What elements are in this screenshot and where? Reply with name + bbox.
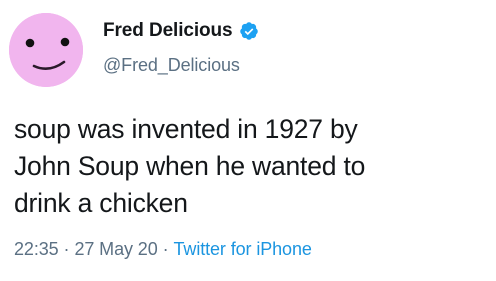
tweet-text-line: John Soup when he wanted to xyxy=(14,151,366,181)
tweet-meta: 22:35 · 27 May 20 · Twitter for iPhone xyxy=(14,239,312,260)
tweet-card: Fred Delicious @Fred_Delicious soup was … xyxy=(0,0,496,281)
meta-separator: · xyxy=(162,239,169,259)
tweet-text-line: drink a chicken xyxy=(14,188,188,218)
tweet-source-link[interactable]: Twitter for iPhone xyxy=(174,239,312,260)
tweet-text: soup was invented in 1927 by John Soup w… xyxy=(14,111,490,222)
tweet-text-line: soup was invented in 1927 by xyxy=(14,114,358,144)
author-handle[interactable]: @Fred_Delicious xyxy=(103,55,240,76)
author-name-row[interactable]: Fred Delicious xyxy=(103,17,259,45)
tweet-time[interactable]: 22:35 xyxy=(14,239,59,260)
verified-badge-icon xyxy=(239,21,259,41)
avatar[interactable] xyxy=(9,13,83,87)
smiley-face-icon xyxy=(9,13,83,87)
tweet-date[interactable]: 27 May 20 xyxy=(74,239,157,260)
display-name[interactable]: Fred Delicious xyxy=(103,20,233,42)
meta-separator: · xyxy=(63,239,70,259)
